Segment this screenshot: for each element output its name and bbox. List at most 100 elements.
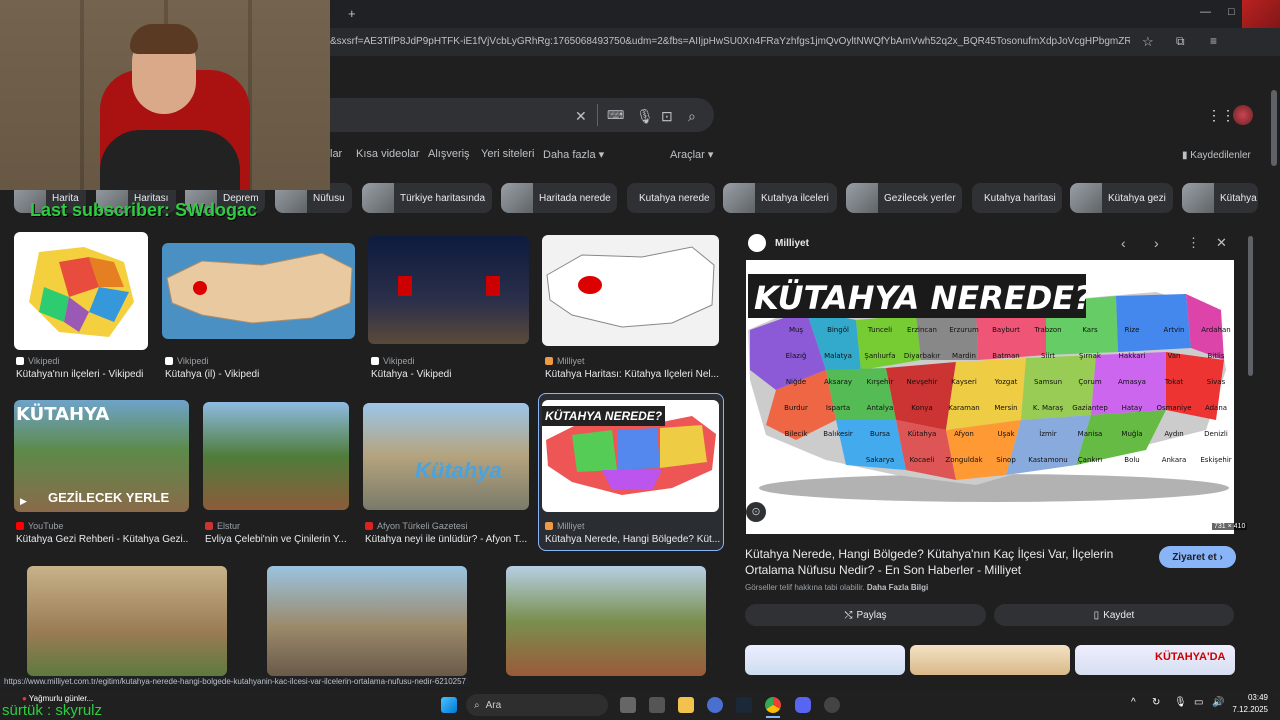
related-thumb-2[interactable] xyxy=(910,645,1070,675)
map-province-label: Kütahya xyxy=(908,430,937,438)
saved-button[interactable]: ▮ Kaydedilenler xyxy=(1182,150,1251,161)
tab-shopping[interactable]: Alışveriş xyxy=(428,148,470,160)
more-info-link[interactable]: Daha Fazla Bilgi xyxy=(867,583,928,592)
maximize-icon[interactable]: □ xyxy=(1228,6,1235,18)
more-options-icon[interactable]: ⋮ xyxy=(1187,235,1200,251)
volume-icon[interactable]: 🔊 xyxy=(1212,697,1224,708)
new-tab-button[interactable]: + xyxy=(348,6,356,21)
map-province-label: Tokat xyxy=(1164,378,1184,386)
sync-icon[interactable]: ↻ xyxy=(1152,697,1160,708)
lens-search-icon[interactable]: ⊙ xyxy=(746,502,766,522)
result-title[interactable]: Kütahya - Vikipedi xyxy=(371,369,521,380)
result-title[interactable]: Kütahya neyi ile ünlüdür? - Afyon T... xyxy=(365,534,530,545)
search-icon[interactable]: ⌕ xyxy=(688,108,696,125)
apps-grid-icon[interactable]: ⋮⋮ xyxy=(1207,107,1235,124)
chip-kutahya[interactable]: Kütahya xyxy=(1182,183,1258,213)
chip-thumb xyxy=(362,183,394,213)
avatar[interactable] xyxy=(1233,105,1253,125)
result-thumb-9[interactable] xyxy=(27,566,227,676)
map-province-label: Trabzon xyxy=(1033,326,1061,334)
result-title[interactable]: Kütahya Nerede, Hangi Bölgede? Küt... xyxy=(545,534,720,545)
microphone-icon[interactable]: 🎙 xyxy=(636,108,654,125)
clear-icon[interactable]: ✕ xyxy=(575,108,587,125)
prev-icon[interactable]: ‹ xyxy=(1121,235,1126,251)
clock[interactable]: 03:49 7.12.2025 xyxy=(1228,692,1268,716)
calculator-icon[interactable] xyxy=(649,697,665,713)
result-thumb-6[interactable] xyxy=(203,402,349,510)
thumb-caption: GEZİLECEK YERLE xyxy=(48,490,170,505)
keyboard-icon[interactable]: ⌨ xyxy=(607,108,624,122)
file-explorer-icon[interactable] xyxy=(678,697,694,713)
chrome-icon[interactable] xyxy=(765,697,781,713)
result-thumb-2[interactable] xyxy=(162,243,355,339)
chip-thumb xyxy=(1182,183,1214,213)
minimize-icon[interactable]: — xyxy=(1200,6,1211,18)
map-province-label: Sinop xyxy=(996,456,1016,464)
steam-icon[interactable] xyxy=(736,697,752,713)
person-hair xyxy=(130,24,198,54)
result-title[interactable]: Kütahya Gezi Rehberi - Kütahya Gezi... xyxy=(16,534,188,545)
result-thumb-8[interactable]: KÜTAHYA NEREDE? xyxy=(542,400,719,512)
panel-source[interactable]: Milliyet xyxy=(775,238,809,249)
clock-date: 7.12.2025 xyxy=(1232,705,1268,714)
map-province-label: Sivas xyxy=(1207,378,1226,386)
extensions-icon[interactable]: ⧉ xyxy=(1176,34,1185,49)
result-thumb-11[interactable] xyxy=(506,566,706,676)
close-icon[interactable]: ✕ xyxy=(1216,235,1227,251)
windows-start-icon[interactable] xyxy=(441,697,457,713)
chip-haritada-nerede[interactable]: Haritada nerede xyxy=(501,183,617,213)
map-province-label: İzmir xyxy=(1039,429,1057,438)
map-province-label: Artvin xyxy=(1164,326,1185,334)
task-view-icon[interactable] xyxy=(620,697,636,713)
preview-image[interactable]: KÜTAHYA NEREDE? Ardahan Artvin Rize Kars Tra… xyxy=(746,260,1234,534)
tab-tools[interactable]: Araçlar ▾ xyxy=(670,148,713,161)
tab-places[interactable]: Yeri siteleri xyxy=(481,148,534,160)
result-thumb-3[interactable] xyxy=(368,236,529,344)
result-source: Vikipedi xyxy=(371,356,414,366)
taskbar-search[interactable]: ⌕ Ara xyxy=(466,694,608,716)
chip-kutahya-ilceleri[interactable]: Kutahya ilceleri xyxy=(723,183,837,213)
result-thumb-7[interactable]: Kütahya xyxy=(363,403,529,510)
page-scrollbar[interactable] xyxy=(1271,90,1277,166)
tray-chevron-icon[interactable]: ^ xyxy=(1131,697,1136,708)
chip-kutahya-gezi[interactable]: Kütahya gezi xyxy=(1070,183,1173,213)
discord-icon[interactable] xyxy=(795,697,811,713)
tab-more[interactable]: Daha fazla ▾ xyxy=(543,148,604,161)
result-thumb-10[interactable] xyxy=(267,566,467,676)
share-button[interactable]: ⤭ Paylaş xyxy=(745,604,986,626)
chip-kutahya-haritasi[interactable]: Kutahya haritasi xyxy=(972,183,1062,213)
panel-title-line: Ortalama Nüfusu Nedir? - En Son Haberler… xyxy=(745,563,1022,577)
result-title[interactable]: Evliya Çelebi'nin ve Çinilerin Y... xyxy=(205,534,350,545)
result-thumb-5[interactable]: KÜTAHYA GEZİLECEK YERLE ▶ xyxy=(14,400,189,512)
panel-title[interactable]: Kütahya Nerede, Hangi Bölgede? Kütahya'n… xyxy=(745,546,1150,578)
tab-images-partial[interactable]: lar xyxy=(330,148,342,160)
result-title[interactable]: Kütahya Haritası: Kütahya İlçeleri Nel..… xyxy=(545,369,720,380)
next-icon[interactable]: › xyxy=(1154,235,1159,251)
app-icon[interactable] xyxy=(824,697,840,713)
result-thumb-4[interactable] xyxy=(542,235,719,346)
chip-gezilecek-yerler[interactable]: Gezilecek yerler xyxy=(846,183,962,213)
lens-icon[interactable]: ⊡ xyxy=(661,108,673,125)
visit-button[interactable]: Ziyaret et › xyxy=(1159,546,1236,568)
app-icon[interactable] xyxy=(707,697,723,713)
result-title[interactable]: Kütahya (il) - Vikipedi xyxy=(165,369,345,380)
mic-tray-icon[interactable]: 🎙 xyxy=(1174,697,1187,708)
bookmark-star-icon[interactable]: ☆ xyxy=(1142,34,1154,50)
chip-turkiye-haritasinda[interactable]: Türkiye haritasında xyxy=(362,183,492,213)
tab-short-videos[interactable]: Kısa videolar xyxy=(356,148,420,160)
result-thumb-1[interactable] xyxy=(14,232,148,350)
save-button[interactable]: ▯ Kaydet xyxy=(994,604,1234,626)
map-province-label: Şırnak xyxy=(1079,352,1102,360)
map-province-label: Samsun xyxy=(1034,378,1062,386)
search-input[interactable] xyxy=(330,98,714,132)
related-thumb-3[interactable]: KÜTAHYA'DA xyxy=(1075,645,1235,675)
media-icon[interactable]: ≡ xyxy=(1210,34,1217,48)
panel-scrollbar[interactable] xyxy=(1248,236,1253,376)
related-thumb-1[interactable] xyxy=(745,645,905,675)
result-title[interactable]: Kütahya'nın ilçeleri - Vikipedi xyxy=(16,369,156,380)
network-icon[interactable]: ▭ xyxy=(1194,697,1203,708)
url-text[interactable]: &sxsrf=AE3TifP8JdP9pHTFK-iE1fVjVcbLyGRhR… xyxy=(330,36,1130,47)
map-province-label: Eskişehir xyxy=(1200,456,1231,464)
map-province-label: Bolu xyxy=(1124,456,1139,464)
chip-kutahya-nerede[interactable]: Kutahya nerede xyxy=(627,183,715,213)
